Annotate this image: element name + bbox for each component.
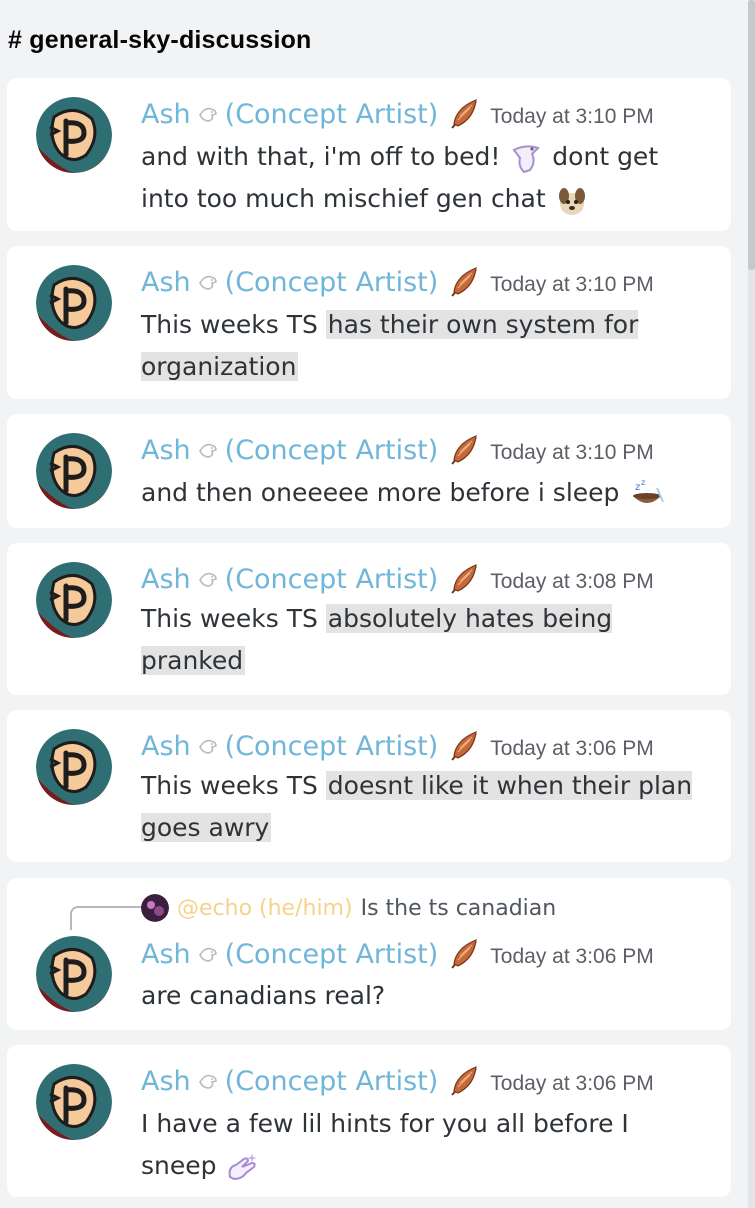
avatar[interactable] xyxy=(36,433,112,509)
feather-icon xyxy=(451,99,478,129)
scrollbar-thumb[interactable] xyxy=(748,0,755,270)
author-role[interactable]: (Concept Artist) xyxy=(225,99,439,130)
message-card: Ash (Concept Artist) Today at 3:08 PM Th… xyxy=(7,543,731,695)
feather-icon xyxy=(451,939,478,969)
timestamp[interactable]: Today at 3:08 PM xyxy=(490,570,653,594)
author-name[interactable]: Ash xyxy=(141,564,191,595)
sparkle-hand-icon[interactable] xyxy=(224,1149,260,1185)
dove-icon xyxy=(198,107,217,122)
dove-icon xyxy=(198,1074,217,1089)
message-header: Ash (Concept Artist) Today at 3:10 PM xyxy=(141,433,654,467)
author-name[interactable]: Ash xyxy=(141,1066,191,1097)
feather-icon xyxy=(451,267,478,297)
message-header: Ash (Concept Artist) Today at 3:06 PM xyxy=(141,729,654,763)
author-name[interactable]: Ash xyxy=(141,267,191,298)
avatar-image xyxy=(36,1064,112,1140)
reply-reference[interactable]: @echo (he/him) Is the ts canadian xyxy=(141,893,556,923)
feather-icon xyxy=(451,435,478,465)
author-name[interactable]: Ash xyxy=(141,731,191,762)
reply-username[interactable]: @echo (he/him) xyxy=(177,896,353,921)
svg-text:z: z xyxy=(635,482,640,493)
message-text: are canadians real? xyxy=(141,981,386,1010)
author-role[interactable]: (Concept Artist) xyxy=(225,1066,439,1097)
author-name[interactable]: Ash xyxy=(141,99,191,130)
message-card: Ash (Concept Artist) Today at 3:10 PM an… xyxy=(7,414,731,528)
avatar[interactable] xyxy=(36,936,112,1012)
scrollbar-track[interactable] xyxy=(748,0,755,1208)
message-header: Ash (Concept Artist) Today at 3:06 PM xyxy=(141,1064,654,1098)
puppy-emoji-icon[interactable] xyxy=(554,182,590,218)
author-role[interactable]: (Concept Artist) xyxy=(225,267,439,298)
message-text: I have a few lil hints for you all befor… xyxy=(141,1103,701,1187)
timestamp[interactable]: Today at 3:06 PM xyxy=(490,1072,653,1096)
dove-icon xyxy=(198,443,217,458)
message-header: Ash (Concept Artist) Today at 3:06 PM xyxy=(141,937,654,971)
avatar[interactable] xyxy=(36,1064,112,1140)
message-text: This weeks TS doesnt like it when their … xyxy=(141,771,693,842)
message-text: and then oneeeee more before i sleep zz xyxy=(141,472,701,514)
message-header: Ash (Concept Artist) Today at 3:08 PM xyxy=(141,562,654,596)
message-card: Ash (Concept Artist) Today at 3:10 PM Th… xyxy=(7,246,731,399)
feather-icon xyxy=(451,731,478,761)
channel-title: # general-sky-discussion xyxy=(8,26,312,54)
avatar[interactable] xyxy=(36,265,112,341)
reply-connector xyxy=(70,906,144,930)
author-role[interactable]: (Concept Artist) xyxy=(225,564,439,595)
bird-sticker-icon[interactable] xyxy=(508,140,544,176)
avatar-image xyxy=(36,936,112,1012)
timestamp[interactable]: Today at 3:10 PM xyxy=(490,441,653,465)
message-text: This weeks TS has their own system for o… xyxy=(141,310,639,381)
timestamp[interactable]: Today at 3:06 PM xyxy=(490,945,653,969)
message-card: Ash (Concept Artist) Today at 3:10 PM an… xyxy=(7,78,731,231)
feather-icon xyxy=(451,564,478,594)
avatar-image xyxy=(36,562,112,638)
author-name[interactable]: Ash xyxy=(141,939,191,970)
avatar-image xyxy=(36,97,112,173)
dove-icon xyxy=(198,947,217,962)
avatar-image xyxy=(36,729,112,805)
dove-icon xyxy=(198,275,217,290)
dove-icon xyxy=(198,739,217,754)
message-text: This weeks TS absolutely hates being pra… xyxy=(141,604,613,675)
author-role[interactable]: (Concept Artist) xyxy=(225,731,439,762)
avatar-image xyxy=(36,265,112,341)
timestamp[interactable]: Today at 3:06 PM xyxy=(490,737,653,761)
avatar[interactable] xyxy=(36,729,112,805)
dove-icon xyxy=(198,572,217,587)
author-role[interactable]: (Concept Artist) xyxy=(225,939,439,970)
avatar-image xyxy=(36,433,112,509)
message-text: and with that, i'm off to bed! dont get … xyxy=(141,136,701,220)
message-card: @echo (he/him) Is the ts canadian Ash (C… xyxy=(7,878,731,1030)
svg-text:z: z xyxy=(641,478,645,487)
reply-text[interactable]: Is the ts canadian xyxy=(361,896,557,921)
message-header: Ash (Concept Artist) Today at 3:10 PM xyxy=(141,265,654,299)
sleeping-bowl-icon[interactable]: zz xyxy=(627,476,667,512)
avatar[interactable] xyxy=(36,97,112,173)
timestamp[interactable]: Today at 3:10 PM xyxy=(490,273,653,297)
message-card: Ash (Concept Artist) Today at 3:06 PM I … xyxy=(7,1045,731,1197)
message-header: Ash (Concept Artist) Today at 3:10 PM xyxy=(141,97,654,131)
author-name[interactable]: Ash xyxy=(141,435,191,466)
avatar[interactable] xyxy=(36,562,112,638)
message-card: Ash (Concept Artist) Today at 3:06 PM Th… xyxy=(7,710,731,862)
feather-icon xyxy=(451,1066,478,1096)
reply-avatar[interactable] xyxy=(141,894,169,922)
author-role[interactable]: (Concept Artist) xyxy=(225,435,439,466)
timestamp[interactable]: Today at 3:10 PM xyxy=(490,105,653,129)
